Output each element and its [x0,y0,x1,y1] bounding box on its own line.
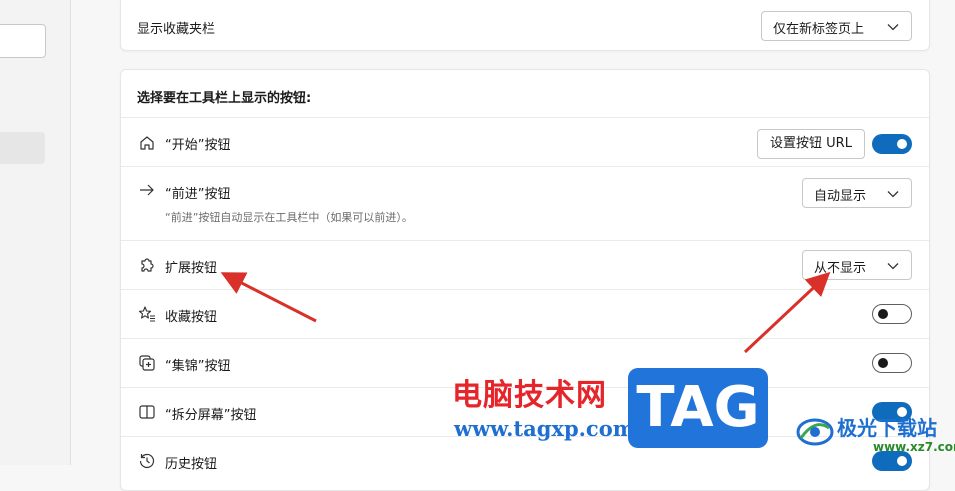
chevron-down-icon [887,260,899,272]
favorites-button-label: 收藏按钮 [165,310,218,325]
chevron-down-icon [887,188,899,200]
watermark-download-logo: 极光下载站 www.xz7.com [795,408,955,458]
aurora-logo-icon [795,410,835,450]
extensions-button-dropdown[interactable]: 从不显示 [802,250,912,280]
home-button-label: “开始”按钮 [165,138,231,153]
settings-sidebar [0,0,71,465]
sidebar-item-selected[interactable] [0,132,45,164]
history-icon [138,452,156,470]
arrow-right-icon [138,181,156,199]
watermark-site-name: 电脑技术网 [452,378,607,413]
toolbar-section-title: 选择要在工具栏上显示的按钮: [137,91,312,106]
watermark-tag-logo: TAG [628,368,768,448]
favorites-button-toggle[interactable] [872,304,912,324]
forward-button-label: “前进”按钮 [165,187,231,202]
forward-button-dropdown[interactable]: 自动显示 [802,178,912,208]
collections-icon [138,354,156,372]
forward-button-description: “前进”按钮自动显示在工具栏中（如果可以前进）。 [165,211,413,224]
forward-button-dropdown-value: 自动显示 [814,189,867,204]
toolbar-row-favorites: 收藏按钮 [121,290,929,338]
toolbar-row-extensions: 扩展按钮 从不显示 [121,241,929,289]
chevron-down-icon [887,21,899,33]
star-list-icon [138,305,156,323]
split-screen-icon [138,403,156,421]
puzzle-icon [138,256,156,274]
history-button-label: 历史按钮 [165,457,218,472]
toolbar-row-home: “开始”按钮 设置按钮 URL [121,118,929,166]
collections-button-toggle[interactable] [872,353,912,373]
favorites-bar-dropdown[interactable]: 仅在新标签页上 [761,11,912,41]
split-screen-button-label: “拆分屏幕”按钮 [165,408,257,423]
extensions-button-dropdown-value: 从不显示 [814,261,867,276]
extensions-button-label: 扩展按钮 [165,261,218,276]
watermark-logo-text: 极光下载站 [837,416,937,440]
home-button-toggle[interactable] [872,134,912,154]
favorites-bar-label: 显示收藏夹栏 [137,22,216,37]
watermark-logo-url: www.xz7.com [873,440,955,454]
home-icon [138,134,156,152]
collections-button-label: “集锦”按钮 [165,359,231,374]
toolbar-row-forward: “前进”按钮 “前进”按钮自动显示在工具栏中（如果可以前进）。 自动显示 [121,167,929,240]
watermark-site-url: www.tagxp.com [454,416,635,441]
favorites-bar-card: 显示收藏夹栏 仅在新标签页上 [120,0,930,51]
set-button-url-button[interactable]: 设置按钮 URL [757,129,865,159]
favorites-bar-dropdown-value: 仅在新标签页上 [773,22,865,37]
settings-search-input[interactable] [0,24,46,58]
